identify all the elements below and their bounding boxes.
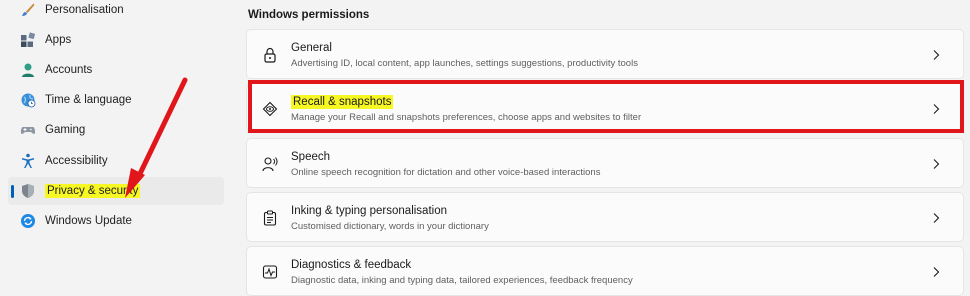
shield-icon bbox=[19, 182, 37, 200]
card-title: Speech bbox=[291, 151, 331, 163]
accessibility-icon bbox=[19, 152, 37, 170]
card-recall-snapshots[interactable]: Recall & snapshots Manage your Recall an… bbox=[246, 83, 964, 133]
card-title: General bbox=[291, 42, 332, 54]
chevron-right-icon bbox=[933, 267, 940, 277]
brush-icon bbox=[19, 1, 37, 19]
clipboard-icon bbox=[261, 209, 279, 227]
sidebar-item-time-language[interactable]: Time & language bbox=[8, 86, 224, 114]
sidebar-item-label: Personalisation bbox=[45, 4, 124, 16]
main-content: Windows permissions General Advertising … bbox=[232, 0, 970, 296]
sidebar-item-label: Gaming bbox=[45, 124, 86, 136]
card-subtitle: Online speech recognition for dictation … bbox=[291, 167, 601, 178]
settings-window: Personalisation Apps Accounts Time & lan… bbox=[0, 0, 970, 296]
sidebar-item-gaming[interactable]: Gaming bbox=[8, 116, 224, 144]
speech-icon bbox=[261, 155, 279, 173]
sidebar-item-accessibility[interactable]: Accessibility bbox=[8, 147, 224, 175]
section-title: Windows permissions bbox=[248, 9, 370, 21]
recall-icon bbox=[261, 100, 279, 118]
sidebar-item-label: Privacy & security bbox=[45, 184, 141, 198]
update-icon bbox=[19, 212, 37, 230]
globe-clock-icon bbox=[19, 91, 37, 109]
card-subtitle: Advertising ID, local content, app launc… bbox=[291, 58, 638, 69]
card-general[interactable]: General Advertising ID, local content, a… bbox=[246, 29, 964, 79]
lock-icon bbox=[261, 46, 279, 64]
chevron-right-icon bbox=[933, 213, 940, 223]
sidebar-item-label: Apps bbox=[45, 34, 72, 46]
sidebar: Personalisation Apps Accounts Time & lan… bbox=[0, 0, 232, 296]
sidebar-item-privacy-security[interactable]: Privacy & security bbox=[8, 177, 224, 205]
apps-icon bbox=[19, 31, 37, 49]
diagnostics-icon bbox=[261, 263, 279, 281]
card-title: Inking & typing personalisation bbox=[291, 205, 447, 217]
card-subtitle: Customised dictionary, words in your dic… bbox=[291, 221, 489, 232]
sidebar-item-apps[interactable]: Apps bbox=[8, 26, 224, 54]
sidebar-item-personalisation[interactable]: Personalisation bbox=[8, 0, 224, 24]
card-title: Recall & snapshots bbox=[291, 95, 394, 109]
sidebar-item-label: Accounts bbox=[45, 64, 93, 76]
chevron-right-icon bbox=[933, 159, 940, 169]
highlighted-text: Recall & snapshots bbox=[291, 95, 394, 109]
card-subtitle: Manage your Recall and snapshots prefere… bbox=[291, 112, 642, 123]
gamepad-icon bbox=[19, 121, 37, 139]
chevron-right-icon bbox=[933, 104, 940, 114]
sidebar-item-label: Accessibility bbox=[45, 155, 108, 167]
card-title: Diagnostics & feedback bbox=[291, 259, 412, 271]
person-icon bbox=[19, 61, 37, 79]
card-diagnostics-feedback[interactable]: Diagnostics & feedback Diagnostic data, … bbox=[246, 246, 964, 296]
sidebar-item-accounts[interactable]: Accounts bbox=[8, 56, 224, 84]
highlighted-text: Privacy & security bbox=[45, 184, 141, 198]
selection-indicator bbox=[11, 185, 14, 198]
sidebar-item-windows-update[interactable]: Windows Update bbox=[8, 207, 224, 235]
card-speech[interactable]: Speech Online speech recognition for dic… bbox=[246, 138, 964, 188]
sidebar-item-label: Time & language bbox=[45, 94, 132, 106]
card-inking-typing[interactable]: Inking & typing personalisation Customis… bbox=[246, 192, 964, 242]
sidebar-item-label: Windows Update bbox=[45, 215, 132, 227]
card-subtitle: Diagnostic data, inking and typing data,… bbox=[291, 275, 633, 286]
chevron-right-icon bbox=[933, 50, 940, 60]
